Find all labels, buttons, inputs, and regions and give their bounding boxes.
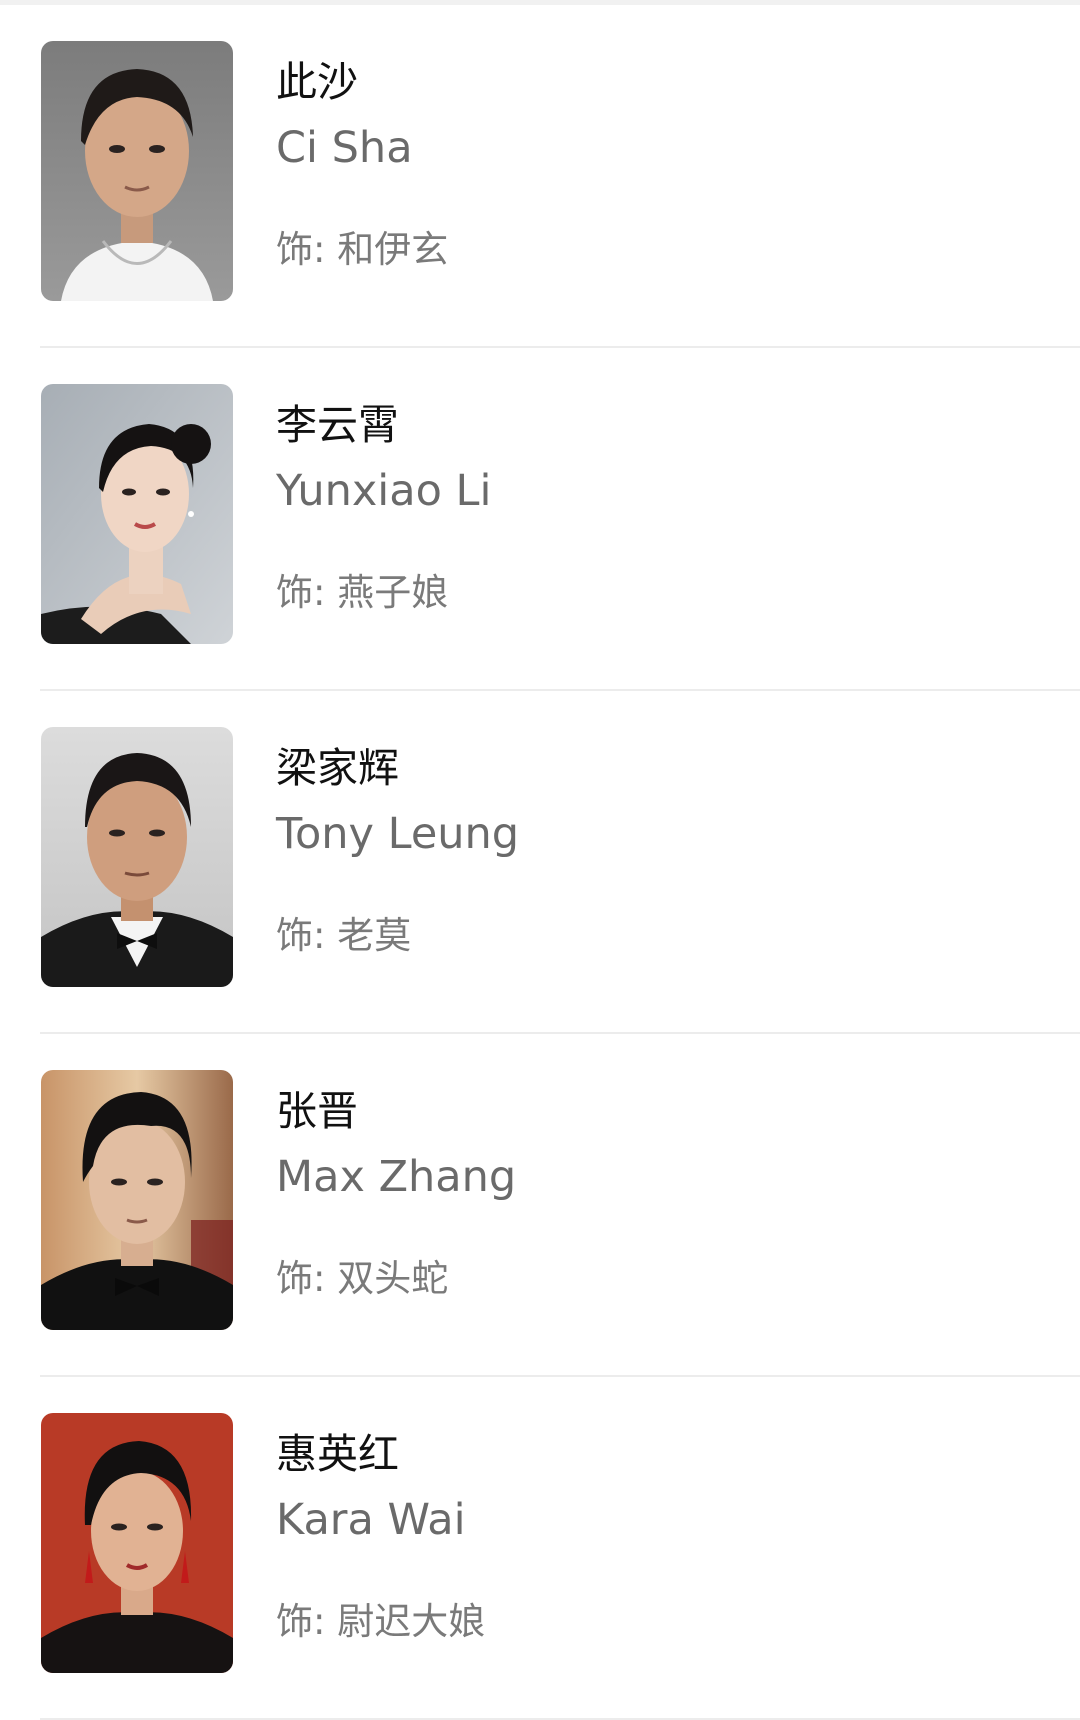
actor-chinese-name: 张晋	[276, 1087, 358, 1135]
actor-english-name: Kara Wai	[276, 1495, 466, 1545]
cast-list: 此沙 Ci Sha 饰: 和伊玄 李云霄 Yunxiao Li 饰: 燕子娘 梁…	[0, 5, 1080, 1720]
role-name: 燕子娘	[337, 571, 449, 614]
role-name: 老莫	[337, 914, 412, 957]
cast-item-yunxiao-li[interactable]: 李云霄 Yunxiao Li 饰: 燕子娘	[0, 348, 1080, 691]
actor-english-name: Ci Sha	[276, 123, 413, 173]
cast-info: 惠英红 Kara Wai 饰: 尉迟大娘	[276, 1429, 485, 1645]
role-line: 饰: 尉迟大娘	[276, 1599, 485, 1645]
cast-item-kara-wai[interactable]: 惠英红 Kara Wai 饰: 尉迟大娘	[0, 1377, 1080, 1720]
role-name: 双头蛇	[337, 1257, 449, 1300]
actor-photo	[41, 727, 233, 987]
role-prefix: 饰:	[276, 914, 338, 957]
role-line: 饰: 燕子娘	[276, 570, 491, 616]
actor-chinese-name: 惠英红	[276, 1430, 399, 1478]
role-prefix: 饰:	[276, 1257, 338, 1300]
actor-photo	[41, 1070, 233, 1330]
cast-item-ci-sha[interactable]: 此沙 Ci Sha 饰: 和伊玄	[0, 5, 1080, 348]
actor-english-name: Yunxiao Li	[276, 466, 492, 516]
cast-info: 此沙 Ci Sha 饰: 和伊玄	[276, 57, 448, 273]
actor-chinese-name: 此沙	[276, 58, 358, 106]
role-line: 饰: 和伊玄	[276, 227, 448, 273]
cast-info: 梁家辉 Tony Leung 饰: 老莫	[276, 743, 519, 959]
role-name: 和伊玄	[337, 228, 449, 271]
role-name: 尉迟大娘	[337, 1600, 486, 1643]
cast-info: 李云霄 Yunxiao Li 饰: 燕子娘	[276, 400, 491, 616]
actor-photo	[41, 41, 233, 301]
cast-item-tony-leung[interactable]: 梁家辉 Tony Leung 饰: 老莫	[0, 691, 1080, 1034]
role-prefix: 饰:	[276, 1600, 338, 1643]
actor-english-name: Tony Leung	[276, 809, 520, 859]
role-prefix: 饰:	[276, 228, 338, 271]
actor-chinese-name: 梁家辉	[276, 744, 399, 792]
role-line: 饰: 老莫	[276, 913, 519, 959]
actor-photo	[41, 1413, 233, 1673]
role-prefix: 饰:	[276, 571, 338, 614]
cast-info: 张晋 Max Zhang 饰: 双头蛇	[276, 1086, 516, 1302]
cast-item-max-zhang[interactable]: 张晋 Max Zhang 饰: 双头蛇	[0, 1034, 1080, 1377]
actor-english-name: Max Zhang	[276, 1152, 517, 1202]
role-line: 饰: 双头蛇	[276, 1256, 516, 1302]
actor-photo	[41, 384, 233, 644]
actor-chinese-name: 李云霄	[276, 401, 399, 449]
